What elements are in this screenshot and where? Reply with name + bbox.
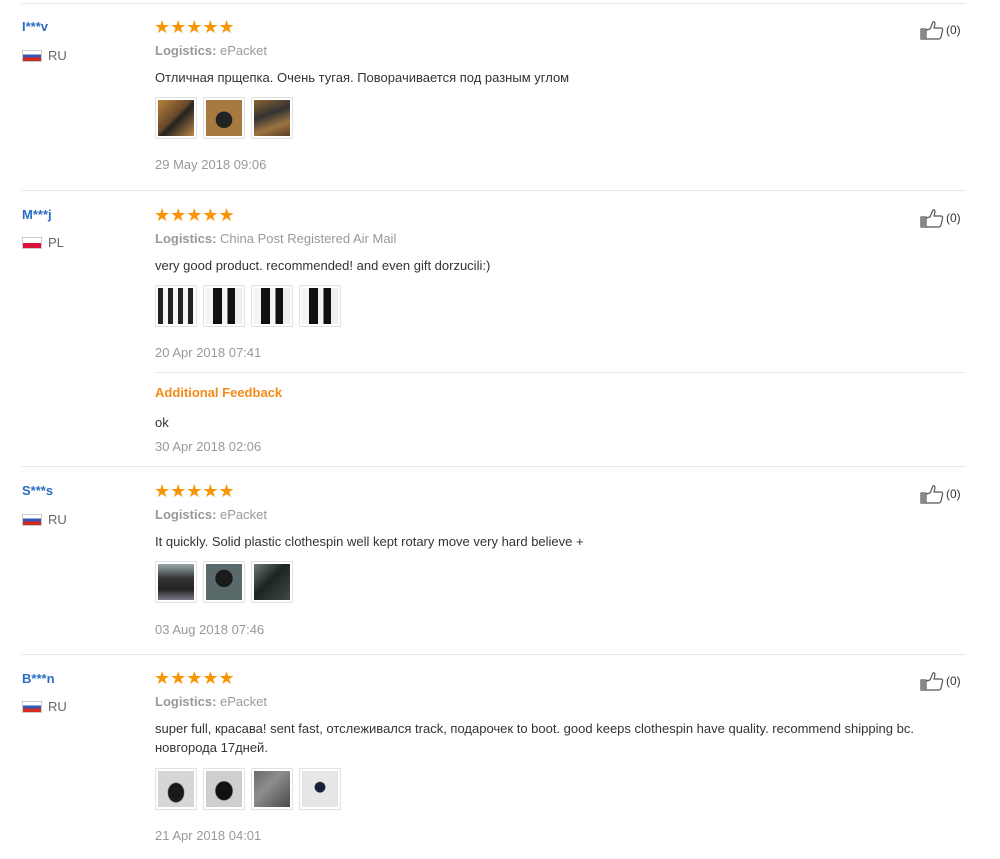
review-date: 20 Apr 2018 07:41 — [155, 345, 262, 360]
country-code: RU — [48, 48, 67, 63]
top-divider — [22, 3, 966, 4]
review-divider — [22, 654, 966, 655]
country-code: PL — [48, 235, 64, 250]
review-photo-thumbnail[interactable] — [155, 561, 197, 603]
review-photo-thumbnail[interactable] — [155, 97, 197, 139]
reviewer-name[interactable]: S***s — [22, 483, 53, 498]
logistics-info: Logistics: ePacket — [155, 694, 267, 709]
reviewer-name[interactable]: I***v — [22, 19, 48, 34]
additional-feedback-date: 30 Apr 2018 02:06 — [155, 439, 262, 454]
logistics-value: ePacket — [220, 43, 268, 58]
additional-feedback-text: ok — [155, 415, 169, 430]
helpful-button[interactable]: (0) — [920, 484, 961, 504]
logistics-label: Logistics: — [155, 43, 217, 58]
review-photo-thumbnail[interactable] — [203, 768, 245, 810]
logistics-value: ePacket — [220, 694, 268, 709]
helpful-button[interactable]: (0) — [920, 208, 961, 228]
review-photos — [155, 285, 341, 327]
logistics-value: ePacket — [220, 507, 268, 522]
review-photo-thumbnail[interactable] — [155, 768, 197, 810]
additional-feedback-title: Additional Feedback — [155, 385, 283, 400]
helpful-count: (0) — [946, 23, 961, 37]
thumbs-up-icon — [920, 485, 944, 504]
russia-flag-icon — [22, 700, 42, 713]
helpful-button[interactable]: (0) — [920, 671, 961, 691]
logistics-info: Logistics: China Post Registered Air Mai… — [155, 231, 396, 246]
helpful-count: (0) — [946, 211, 961, 225]
review-date: 29 May 2018 09:06 — [155, 157, 267, 172]
logistics-value: China Post Registered Air Mail — [220, 231, 397, 246]
reviewer-country: RU — [22, 48, 67, 63]
review-photo-thumbnail[interactable] — [251, 285, 293, 327]
country-code: RU — [48, 699, 67, 714]
russia-flag-icon — [22, 513, 42, 526]
helpful-button[interactable]: (0) — [920, 20, 961, 40]
reviewer-name[interactable]: B***n — [22, 671, 55, 686]
review-photos — [155, 97, 293, 139]
star-rating: ★★★★★ — [154, 17, 235, 37]
reviewer-country: RU — [22, 512, 67, 527]
review-photos — [155, 561, 293, 603]
review-photo-thumbnail[interactable] — [155, 285, 197, 327]
review-comment: Отличная прщепка. Очень тугая. Поворачив… — [155, 70, 570, 85]
review-photos — [155, 768, 341, 810]
thumbs-up-icon — [920, 672, 944, 691]
thumbs-up-icon — [920, 209, 944, 228]
star-rating: ★★★★★ — [154, 668, 235, 688]
poland-flag-icon — [22, 236, 42, 249]
helpful-count: (0) — [946, 674, 961, 688]
review-photo-thumbnail[interactable] — [251, 561, 293, 603]
review-comment: super full, красава! sent fast, отслежив… — [155, 721, 914, 755]
review-photo-thumbnail[interactable] — [203, 97, 245, 139]
reviewer-country: RU — [22, 699, 67, 714]
logistics-label: Logistics: — [155, 694, 217, 709]
additional-feedback-divider — [155, 372, 965, 373]
russia-flag-icon — [22, 49, 42, 62]
review-photo-thumbnail[interactable] — [251, 768, 293, 810]
review-comment: It quickly. Solid plastic clothespin wel… — [155, 534, 584, 549]
review-photo-thumbnail[interactable] — [203, 561, 245, 603]
star-rating: ★★★★★ — [154, 481, 235, 501]
review-comment: very good product. recommended! and even… — [155, 258, 491, 273]
review-date: 03 Aug 2018 07:46 — [155, 622, 265, 637]
review-date: 21 Apr 2018 04:01 — [155, 828, 262, 843]
review-photo-thumbnail[interactable] — [203, 285, 245, 327]
reviewer-name[interactable]: M***j — [22, 207, 52, 222]
logistics-label: Logistics: — [155, 507, 217, 522]
review-divider — [22, 190, 966, 191]
helpful-count: (0) — [946, 487, 961, 501]
review-divider — [22, 466, 966, 467]
review-photo-thumbnail[interactable] — [299, 768, 341, 810]
logistics-info: Logistics: ePacket — [155, 43, 267, 58]
review-photo-thumbnail[interactable] — [299, 285, 341, 327]
review-photo-thumbnail[interactable] — [251, 97, 293, 139]
star-rating: ★★★★★ — [154, 205, 235, 225]
thumbs-up-icon — [920, 21, 944, 40]
reviewer-country: PL — [22, 235, 64, 250]
logistics-info: Logistics: ePacket — [155, 507, 267, 522]
country-code: RU — [48, 512, 67, 527]
logistics-label: Logistics: — [155, 231, 217, 246]
